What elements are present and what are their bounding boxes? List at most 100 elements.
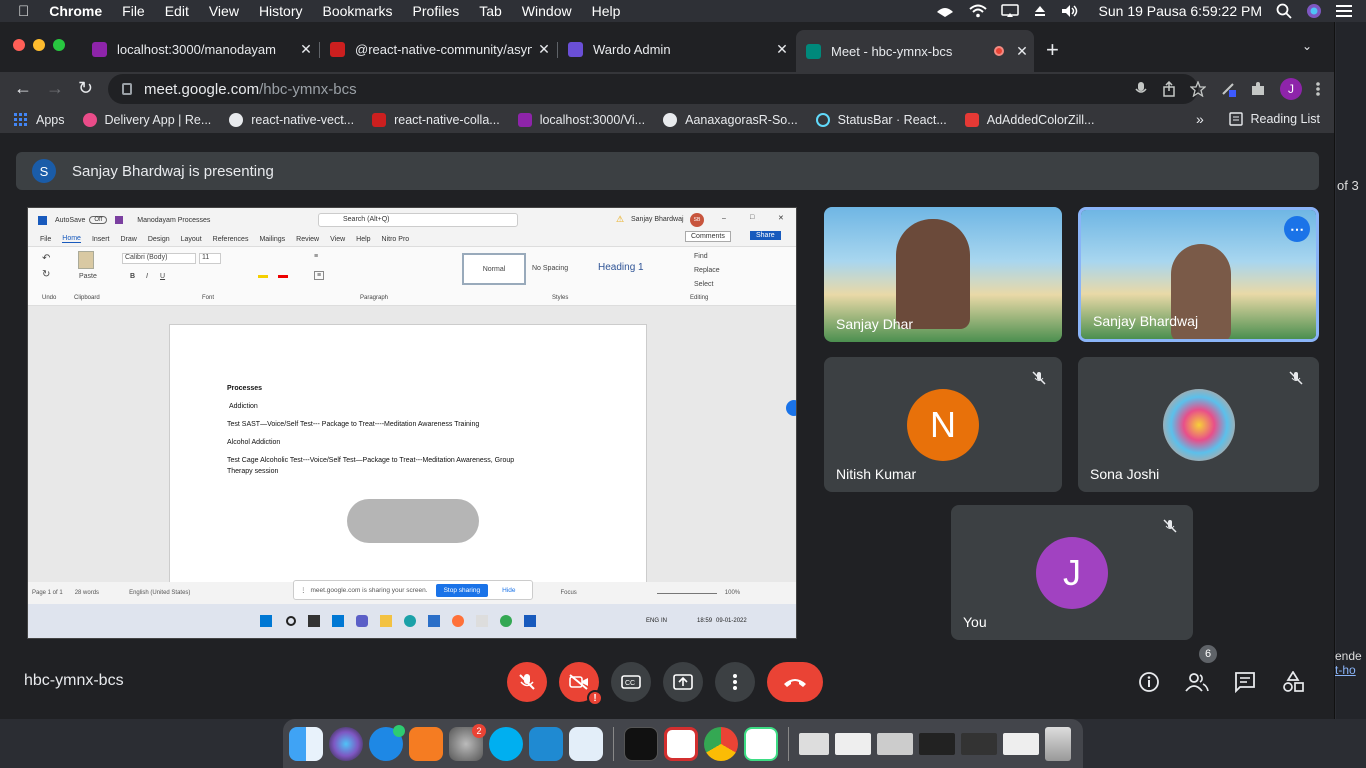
lock-icon[interactable] [122, 83, 132, 95]
system-preferences-icon[interactable]: 2 [449, 723, 486, 761]
recent-window-thumbnail[interactable] [961, 732, 997, 755]
underline-button[interactable]: U [160, 273, 165, 280]
firefox-icon[interactable] [452, 615, 464, 627]
skype-icon[interactable] [489, 726, 523, 761]
chrome-icon[interactable] [500, 615, 512, 627]
more-options-button[interactable] [715, 662, 755, 702]
font-name-box[interactable]: Calibri (Body) [122, 253, 196, 264]
menu-bookmarks[interactable]: Bookmarks [323, 3, 393, 19]
document-page[interactable]: Processes Addiction Test SAST—Voice/Self… [169, 324, 647, 614]
find-button[interactable]: Find [690, 253, 708, 260]
tab-search-chevron-icon[interactable]: ⌄ [1302, 39, 1312, 53]
wifi-icon[interactable] [968, 4, 987, 18]
meet-controls-overlay[interactable] [347, 499, 479, 543]
word-tab[interactable]: File [40, 236, 51, 243]
menu-tab[interactable]: Tab [479, 3, 502, 19]
word-tab[interactable]: View [330, 236, 345, 243]
eject-icon[interactable] [1033, 4, 1047, 18]
trash-icon[interactable] [1045, 726, 1071, 761]
word-maximize-icon[interactable]: □ [750, 214, 754, 221]
camera-toggle-button[interactable]: ! [559, 662, 603, 706]
recent-window-thumbnail[interactable] [1003, 732, 1039, 755]
reading-list-button[interactable]: Reading List [1228, 112, 1320, 126]
highlight-icon[interactable] [258, 275, 268, 278]
close-tab-icon[interactable]: ✕ [770, 41, 794, 58]
participant-tile-sona-joshi[interactable]: Sona Joshi [1078, 357, 1319, 492]
recent-window-thumbnail[interactable] [877, 732, 913, 755]
present-screen-button[interactable] [663, 662, 703, 702]
bookmarks-overflow-icon[interactable]: » [1196, 111, 1204, 127]
word-share-button[interactable]: Share [750, 231, 781, 240]
drag-handle-icon[interactable]: ⋮ [300, 586, 307, 594]
profile-avatar[interactable]: J [1280, 78, 1302, 100]
hide-button[interactable]: Hide [502, 587, 515, 594]
menubar-clock[interactable]: Sun 19 Pausa 6:59:22 PM [1099, 3, 1262, 19]
close-tab-icon[interactable]: ✕ [294, 41, 318, 58]
menu-edit[interactable]: Edit [165, 3, 189, 19]
amazon-icon[interactable] [476, 615, 488, 627]
menu-file[interactable]: File [122, 3, 145, 19]
people-button[interactable] [1184, 669, 1210, 695]
align-left-icon[interactable]: ≡ [314, 271, 325, 280]
font-color-icon[interactable] [278, 275, 288, 278]
participant-tile-nitish-kumar[interactable]: N Nitish Kumar [824, 357, 1062, 492]
pen-extension-icon[interactable] [1220, 81, 1236, 97]
tray-lang[interactable]: ENG [646, 618, 659, 624]
new-tab-button[interactable]: + [1046, 37, 1059, 63]
bookmark-delivery-app[interactable]: Delivery App | Re... [82, 112, 211, 127]
store-icon[interactable] [428, 615, 440, 627]
control-center-icon[interactable] [1336, 4, 1352, 18]
terminal-icon[interactable] [624, 726, 658, 761]
share-page-icon[interactable] [1162, 81, 1176, 97]
chat-button[interactable] [1232, 669, 1258, 695]
undo-icon[interactable]: ↶ [42, 253, 50, 264]
save-icon[interactable] [115, 216, 124, 224]
tab-wardo-admin[interactable]: Wardo Admin ✕ [558, 34, 794, 64]
bold-button[interactable]: B [130, 273, 135, 280]
stop-sharing-button[interactable]: Stop sharing [435, 583, 489, 597]
redo-icon[interactable]: ↻ [42, 269, 50, 280]
zoom-window-button[interactable] [53, 39, 65, 51]
recent-window-thumbnail[interactable] [919, 732, 955, 755]
focus-button[interactable]: Focus [560, 590, 576, 596]
edge-icon[interactable] [404, 615, 416, 627]
participant-tile-sanjay-dhar[interactable]: Sanjay Dhar [824, 207, 1062, 342]
bookmark-react-native-collapsible[interactable]: react-native-colla... [372, 112, 500, 127]
font-size-box[interactable]: 11 [199, 253, 221, 264]
bookmark-colorzilla[interactable]: AdAddedColorZill... [964, 112, 1094, 127]
bookmark-localhost[interactable]: localhost:3000/Vi... [517, 112, 645, 127]
style-heading-1[interactable]: Heading 1 [598, 262, 644, 273]
close-window-button[interactable] [13, 39, 25, 51]
word-search-box[interactable]: Search (Alt+Q) [318, 213, 518, 227]
chrome-dock-icon[interactable] [704, 726, 738, 761]
wps-office-icon[interactable] [664, 726, 698, 761]
tab-localhost[interactable]: localhost:3000/manodayam ✕ [82, 34, 318, 64]
zoom-slider[interactable] [656, 592, 717, 594]
word-tab[interactable]: Help [356, 236, 370, 243]
style-normal[interactable]: Normal [462, 253, 526, 285]
bullets-icon[interactable]: ≡ [314, 253, 318, 260]
bookmark-star-icon[interactable] [1190, 81, 1206, 97]
extensions-puzzle-icon[interactable] [1250, 81, 1266, 97]
word-tab[interactable]: Draw [120, 236, 136, 243]
pen-app-icon[interactable] [409, 726, 443, 761]
word-tab[interactable]: Design [148, 236, 170, 243]
close-tab-icon[interactable]: ✕ [532, 41, 556, 58]
activities-button[interactable] [1280, 669, 1306, 695]
recent-window-thumbnail[interactable] [799, 732, 829, 755]
paste-icon[interactable] [78, 251, 94, 269]
participant-tile-sanjay-bhardwaj[interactable]: ⋯ Sanjay Bhardwaj [1078, 207, 1319, 342]
forward-arrow-icon[interactable]: → [46, 78, 64, 99]
menu-history[interactable]: History [259, 3, 303, 19]
doc-title[interactable]: Manodayam Processes [137, 217, 210, 224]
tab-react-native-community[interactable]: @react-native-community/asyn ✕ [320, 34, 556, 64]
word-tab[interactable]: Mailings [259, 236, 285, 243]
android-studio-icon[interactable] [744, 726, 778, 761]
comments-button[interactable]: Comments [685, 231, 731, 242]
word-user-avatar[interactable]: SB [690, 213, 704, 227]
participant-options-icon[interactable]: ⋯ [1284, 216, 1310, 242]
app-status-icon[interactable] [935, 4, 955, 18]
background-link-text[interactable]: t-ho [1335, 663, 1356, 677]
bookmark-github[interactable]: AanaxagorasR-So... [663, 112, 798, 127]
chrome-menu-icon[interactable] [1316, 81, 1320, 97]
